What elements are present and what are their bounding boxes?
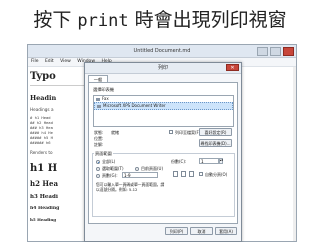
doc-h5: h5 Heading	[30, 217, 57, 222]
menu-view[interactable]: View	[60, 59, 71, 64]
doc-text: Headings a	[30, 107, 54, 112]
range-all-radio[interactable]	[96, 160, 100, 164]
print-button[interactable]: 列印(P)	[165, 227, 188, 235]
printer-name: Microsoft XPS Document Writer	[103, 103, 166, 108]
code-line: ###### h6	[30, 140, 51, 145]
divider	[30, 85, 90, 86]
collate-page-icon	[189, 171, 194, 177]
dialog-close-button[interactable]: ✕	[226, 64, 239, 71]
close-window-button[interactable]	[283, 47, 294, 56]
doc-h2: h2 Hea	[30, 179, 58, 188]
print-to-file-checkbox[interactable]	[169, 130, 173, 134]
doc-heading: Headin	[30, 94, 57, 102]
printer-icon	[97, 104, 101, 108]
range-selection-radio[interactable]	[96, 167, 100, 171]
pages-input[interactable]: 1-9	[122, 172, 158, 178]
doc-h4: h4 Heading	[30, 206, 60, 211]
copies-input[interactable]: 1	[199, 158, 219, 164]
range-current-radio[interactable]	[135, 167, 139, 171]
print-to-file-label: 列印至檔案(F)	[175, 130, 201, 135]
general-panel: 選擇印表機 Fax Microsoft XPS Document Writer …	[88, 82, 238, 224]
apply-button[interactable]: 套用(A)	[215, 227, 237, 235]
range-selection-label: 選取範圍(T)	[102, 166, 124, 171]
select-printer-label: 選擇印表機	[93, 87, 114, 92]
minimize-button[interactable]	[257, 47, 268, 56]
slide-title-prefix: 按下	[33, 9, 72, 31]
collate-checkbox[interactable]	[199, 172, 203, 176]
page-range-note: 您可以輸入單一頁碼或單一頁面範圍，請以逗號分隔。例如: 5-12	[96, 182, 165, 192]
copies-label: 份數(C):	[171, 159, 187, 164]
cancel-button[interactable]: 取消	[190, 227, 213, 235]
slide-title-suffix: 時會出現列印視窗	[134, 9, 287, 31]
menu-edit[interactable]: Edit	[45, 59, 54, 64]
doc-h1: h1 H	[30, 163, 58, 174]
collate-page-icon	[181, 171, 186, 177]
comment-label: 註解:	[94, 142, 104, 147]
editor-window-title: Untitled Document.md	[133, 48, 191, 54]
print-dialog: 列印 ✕ 一般 選擇印表機 Fax Microsoft XPS Document…	[84, 62, 242, 242]
slide-title-code: print	[77, 11, 129, 31]
collate-page-icon	[173, 171, 178, 177]
printer-name: Fax	[102, 96, 109, 101]
printer-list[interactable]: Fax Microsoft XPS Document Writer	[93, 95, 234, 127]
copies-spinner[interactable]: ▴▾	[219, 158, 223, 164]
doc-h3: h3 Headi	[30, 194, 58, 200]
editor-scrollbar[interactable]	[293, 67, 296, 241]
find-printer-button[interactable]: 尋找印表機(D)...	[199, 139, 232, 147]
doc-title: Typo	[30, 71, 56, 82]
menu-file[interactable]: File	[31, 59, 39, 64]
dialog-titlebar: 列印 ✕	[85, 63, 241, 74]
dialog-title: 列印	[157, 65, 168, 71]
window-controls	[257, 47, 294, 56]
range-pages-radio[interactable]	[96, 174, 100, 178]
status-value: 就緒	[111, 130, 119, 135]
range-pages-label: 頁數(G):	[102, 173, 118, 178]
slide-title: 按下 print 時會出現列印視窗	[0, 0, 320, 40]
editor-titlebar: Untitled Document.md	[28, 45, 296, 58]
page-range-label: 頁面範圍	[94, 151, 113, 157]
range-all-label: 全部(L)	[102, 159, 116, 164]
printer-item-xps[interactable]: Microsoft XPS Document Writer	[94, 102, 233, 110]
printer-icon	[96, 97, 100, 101]
collate-label: 自動分頁(O)	[205, 172, 228, 177]
preferences-button[interactable]: 喜好設定(R)	[199, 128, 232, 136]
editor-content[interactable]: Typo Headin Headings a # h1 Head ## h2 H…	[30, 67, 90, 241]
doc-text: Renders to	[30, 150, 53, 155]
maximize-button[interactable]	[270, 47, 281, 56]
